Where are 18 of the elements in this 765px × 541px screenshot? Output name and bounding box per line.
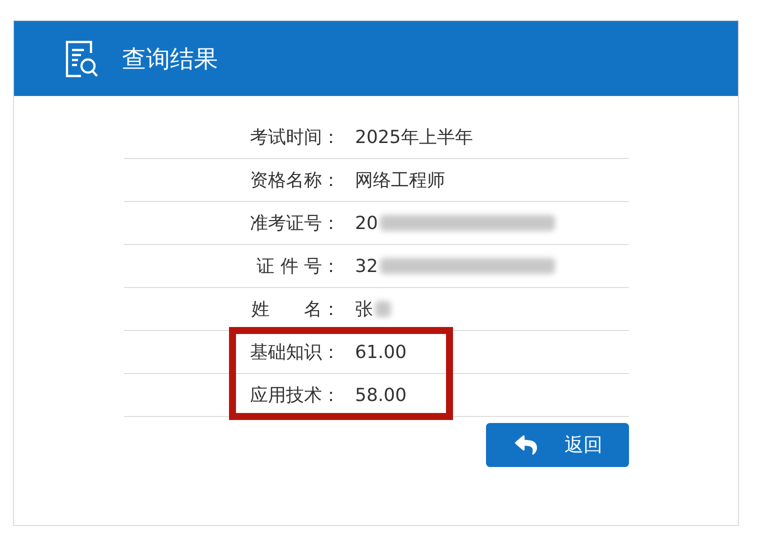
field-label: 准考证号： xyxy=(249,212,340,236)
field-value: 61.00 xyxy=(355,340,407,364)
back-button[interactable]: 返回 xyxy=(486,423,629,467)
field-label: 基础知识： xyxy=(249,340,340,364)
field-label: 资格名称： xyxy=(249,168,340,192)
header-title: 查询结果 xyxy=(122,44,218,74)
field-value: 张 xyxy=(355,298,373,322)
field-label: 应用技术： xyxy=(249,384,340,408)
document-search-icon xyxy=(64,38,100,78)
field-label: 姓 名： xyxy=(250,298,340,322)
field-value: 20 xyxy=(355,212,378,236)
field-value: 网络工程师 xyxy=(355,168,445,192)
field-value: 2025年上半年 xyxy=(355,126,473,150)
field-label: 证 件 号： xyxy=(256,254,340,278)
reply-arrow-icon xyxy=(512,434,538,456)
field-value: 32 xyxy=(355,254,378,278)
field-label: 考试时间： xyxy=(249,126,340,150)
field-value: 58.00 xyxy=(355,384,407,408)
